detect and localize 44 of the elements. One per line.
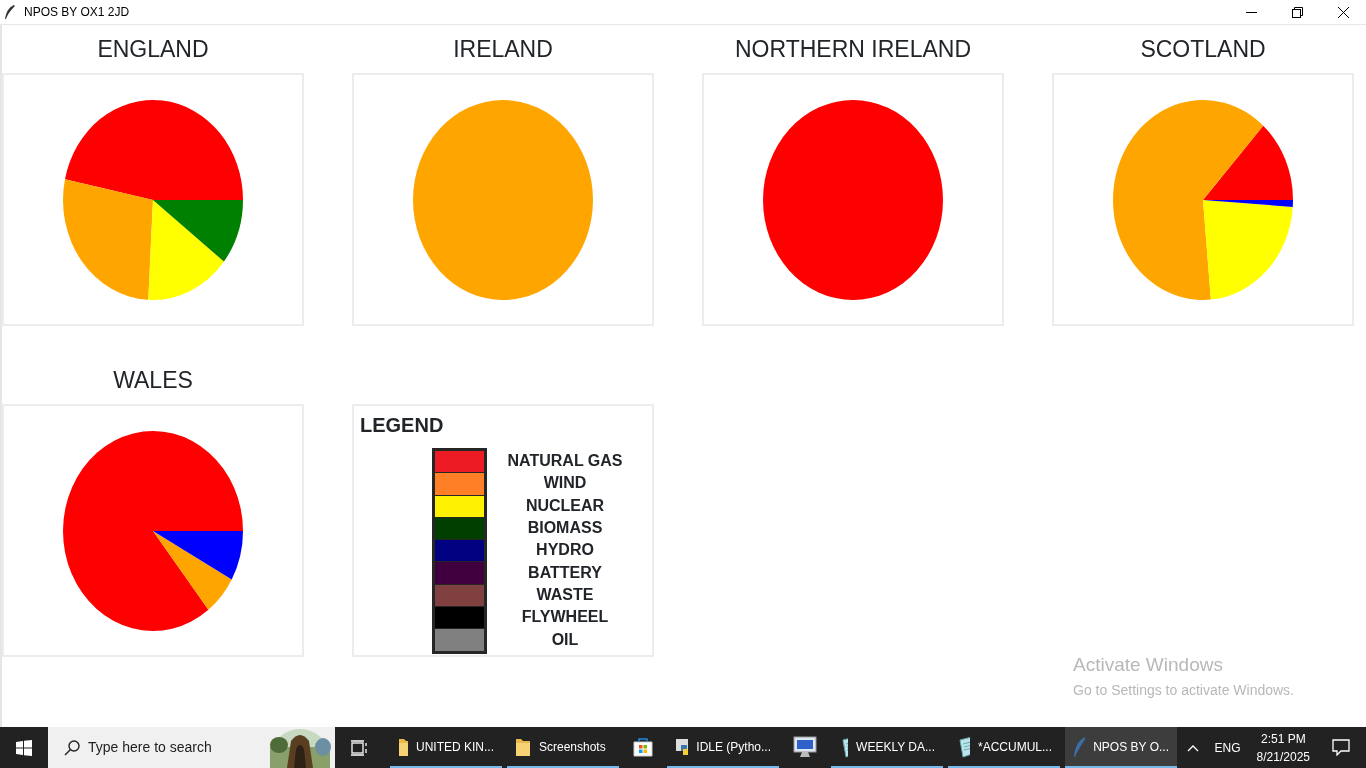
- python-icon: [675, 736, 689, 757]
- activation-text: Go to Settings to activate Windows.: [1073, 680, 1294, 700]
- clock-date[interactable]: 8/21/2025: [1256, 747, 1310, 766]
- language-indicator[interactable]: ENG: [1206, 738, 1249, 757]
- chart-title: WALES: [112, 365, 194, 395]
- legend-label: OIL: [550, 629, 580, 650]
- chevron-up-icon[interactable]: [1186, 743, 1199, 752]
- legend-label: WASTE: [535, 584, 595, 605]
- legend-label: WIND: [542, 473, 588, 494]
- feather-icon: [4, 4, 16, 20]
- legend-label: BIOMASS: [526, 518, 604, 539]
- taskbar-app-button[interactable]: IDLE (Pytho...: [667, 727, 779, 768]
- folder-icon: [515, 736, 531, 757]
- legend-label: NATURAL GAS: [506, 451, 624, 472]
- legend-label: BATTERY: [527, 562, 603, 583]
- taskbar-app-button[interactable]: NPOS BY O...: [1065, 727, 1177, 768]
- clock-time[interactable]: 2:51 PM: [1260, 729, 1306, 748]
- taskbar-app-button[interactable]: Screenshots: [507, 727, 619, 768]
- windows-logo-icon: [16, 739, 32, 756]
- legend-label: NUCLEAR: [524, 495, 606, 516]
- chart-title: SCOTLAND: [1139, 34, 1267, 64]
- folder-icon: [398, 736, 408, 757]
- minimize-icon[interactable]: [1245, 11, 1257, 13]
- legend-label: FLYWHEEL: [520, 607, 610, 628]
- task-view-icon[interactable]: [351, 739, 369, 756]
- chart-title: IRELAND: [452, 34, 554, 64]
- window-title: NPOS BY OX1 2JD: [24, 4, 130, 21]
- notification-icon[interactable]: [1332, 739, 1350, 756]
- notepad-icon: [839, 735, 849, 758]
- legend-label: HYDRO: [535, 540, 595, 561]
- activation-heading: Activate Windows: [1073, 653, 1224, 677]
- chart-title: NORTHERN IRELAND: [734, 34, 972, 64]
- notepad-icon: [956, 735, 970, 758]
- taskbar-app-button[interactable]: *ACCUMUL...: [948, 727, 1060, 768]
- chart-title: ENGLAND: [96, 34, 210, 64]
- search-icon: [64, 739, 80, 756]
- store-icon: [632, 735, 654, 758]
- legend-title: LEGEND: [360, 413, 445, 438]
- taskbar-app-button[interactable]: WEEKLY DA...: [831, 727, 943, 768]
- monitor-icon: [792, 734, 818, 759]
- close-icon[interactable]: [1337, 6, 1349, 18]
- taskbar-app-button[interactable]: UNITED KIN...: [390, 727, 502, 768]
- feather-icon: [1073, 735, 1086, 758]
- restore-icon[interactable]: [1291, 6, 1303, 18]
